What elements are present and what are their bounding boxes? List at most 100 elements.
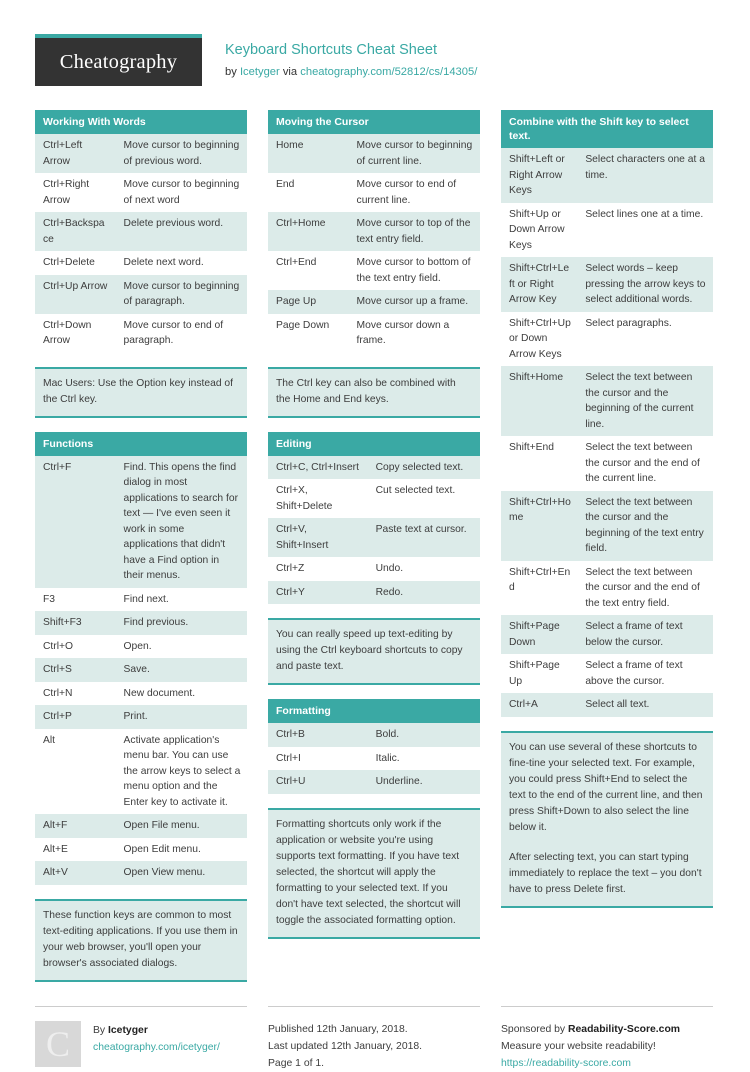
note-box: You can use several of these shortcuts t… [501,730,713,908]
page-header: Cheatography Keyboard Shortcuts Cheat Sh… [35,34,715,96]
source-url-link[interactable]: cheatography.com/52812/cs/14305/ [300,66,477,78]
shortcut-description: Open View menu. [115,861,247,885]
table-row: Ctrl+U Underline. [268,770,480,794]
shortcut-keys: Shift+Ctrl+Up or Down Arrow Keys [501,311,578,366]
shortcut-keys: Alt+E [35,837,116,861]
section-block: Working With Words Ctrl+Left Arrow Move cu… [35,110,247,353]
shortcut-description: Move cursor down a frame. [348,313,480,353]
footer-by-line: By Icetyger [93,1022,220,1039]
footer-author-url[interactable]: cheatography.com/icetyger/ [93,1039,220,1056]
section-title: Combine with the Shift key to select tex… [501,110,713,148]
footer-author-name: Icetyger [108,1024,148,1036]
section-title: Working With Words [35,110,247,134]
table-row: Ctrl+Delete Delete next word. [35,251,247,275]
shortcut-table: Home Move cursor to beginning of current … [268,134,480,353]
note-paragraph: You can really speed up text-editing by … [276,629,463,672]
table-row: End Move cursor to end of current line. [268,173,480,212]
table-row: Ctrl+C, Ctrl+Insert Copy selected text. [268,455,480,479]
byline-prefix: by [225,66,240,78]
shortcut-description: Select the text between the cursor and t… [577,366,713,436]
table-row: Page Up Move cursor up a frame. [268,290,480,314]
table-row: Shift+Home Select the text between the cu… [501,366,713,436]
note-paragraph: Formatting shortcuts only work if the ap… [276,818,461,926]
shortcut-description: Open. [115,634,247,658]
section-note: You can really speed up text-editing by … [268,618,480,685]
byline-via: via [279,66,301,78]
shortcut-keys: Alt [35,728,116,814]
section-block: Moving the Cursor Home Move cursor to begi… [268,110,480,353]
table-row: Ctrl+End Move cursor to bottom of the tex… [268,251,480,290]
table-row: Ctrl+N New document. [35,681,247,705]
shortcut-keys: End [268,173,349,212]
shortcut-keys: Home [268,134,349,173]
shortcut-description: Delete previous word. [115,212,247,251]
shortcut-keys: Ctrl+Delete [35,251,116,275]
table-row: Shift+End Select the text between the cur… [501,436,713,491]
table-row: Alt+F Open File menu. [35,814,247,838]
section-note: These function keys are common to most t… [35,898,247,982]
shortcut-keys: Shift+Up or Down Arrow Keys [501,202,578,257]
footer-sponsor-url[interactable]: https://readability-score.com [501,1055,713,1072]
table-row: Ctrl+A Select all text. [501,693,713,717]
logo-text: Cheatography [59,50,178,73]
table-row: Shift+Ctrl+Up or Down Arrow Keys Select p… [501,311,713,366]
footer-sponsor-name[interactable]: Readability-Score.com [568,1024,680,1035]
table-row: Alt Activate application's menu bar. You … [35,728,247,814]
table-row: Ctrl+Right Arrow Move cursor to beginning… [35,173,247,212]
shortcut-keys: Ctrl+Down Arrow [35,313,116,353]
shortcut-description: Move cursor to beginning of previous wor… [115,134,247,173]
note-paragraph: After selecting text, you can start typi… [509,851,702,895]
shortcut-description: Find next. [115,587,247,611]
table-row: Shift+Left or Right Arrow Keys Select cha… [501,148,713,203]
footer-author-meta: By Icetyger cheatography.com/icetyger/ [93,1021,220,1072]
shortcut-keys: Shift+Ctrl+Home [501,490,578,561]
shortcut-keys: Ctrl+O [35,634,116,658]
note-box: Formatting shortcuts only work if the ap… [268,807,480,939]
cheatography-logo[interactable]: Cheatography [35,34,202,86]
byline: by Icetyger via cheatography.com/52812/c… [225,63,477,81]
table-row: Ctrl+S Save. [35,658,247,682]
table-row: Home Move cursor to beginning of current … [268,134,480,173]
shortcut-description: New document. [115,681,247,705]
shortcut-table: Ctrl+B Bold. Ctrl+I Italic. Ctrl+U Underline. [268,723,480,794]
footer-by-label: By [93,1024,109,1036]
shortcut-keys: Ctrl+N [35,681,116,705]
table-row: Page Down Move cursor down a frame. [268,313,480,353]
shortcut-description: Paste text at cursor. [367,518,480,557]
shortcut-description: Move cursor to end of paragraph. [115,313,247,353]
page-title: Keyboard Shortcuts Cheat Sheet [225,42,437,58]
column-1: Working With Words Ctrl+Left Arrow Move cu… [35,110,247,996]
table-row: Ctrl+Left Arrow Move cursor to beginning … [35,134,247,173]
table-row: Shift+Page Up Select a frame of text abov… [501,654,713,693]
author-link[interactable]: Icetyger [240,66,280,78]
section-note: The Ctrl key can also be combined with t… [268,366,480,418]
page-footer: C By Icetyger cheatography.com/icetyger/… [35,1005,715,1072]
section-block: Functions Ctrl+F Find. This opens the find… [35,431,247,885]
shortcut-description: Activate application's menu bar. You can… [115,728,247,814]
shortcut-description: Select the text between the cursor and t… [577,436,713,491]
shortcut-description: Move cursor to beginning of next word [115,173,247,212]
table-row: Ctrl+F Find. This opens the find dialog i… [35,455,247,588]
shortcut-description: Select paragraphs. [577,311,713,366]
table-row: Ctrl+Up Arrow Move cursor to beginning of… [35,274,247,314]
section-title: Formatting [268,699,480,723]
shortcut-keys: Shift+Page Down [501,615,578,654]
shortcut-keys: Ctrl+X, Shift+Delete [268,479,368,518]
table-row: Shift+Page Down Select a frame of text be… [501,615,713,654]
footer-page-number: Page 1 of 1. [268,1057,325,1069]
footer-updated: Last updated 12th January, 2018. [268,1040,423,1052]
shortcut-description: Select the text between the cursor and t… [577,490,713,561]
shortcut-description: Move cursor to bottom of the text entry … [348,251,480,290]
shortcut-description: Copy selected text. [367,455,480,479]
shortcut-table: Ctrl+F Find. This opens the find dialog i… [35,455,247,885]
table-row: Ctrl+Down Arrow Move cursor to end of par… [35,313,247,353]
shortcut-description: Select characters one at a time. [577,148,713,203]
shortcut-description: Save. [115,658,247,682]
section-title: Editing [268,431,480,456]
shortcut-description: Cut selected text. [367,479,480,518]
table-row: Shift+Up or Down Arrow Keys Select lines … [501,202,713,257]
note-box: These function keys are common to most t… [35,898,247,982]
table-row: Ctrl+O Open. [35,634,247,658]
shortcut-keys: Ctrl+Right Arrow [35,173,116,212]
shortcut-keys: Shift+Ctrl+Left or Right Arrow Key [501,257,578,312]
